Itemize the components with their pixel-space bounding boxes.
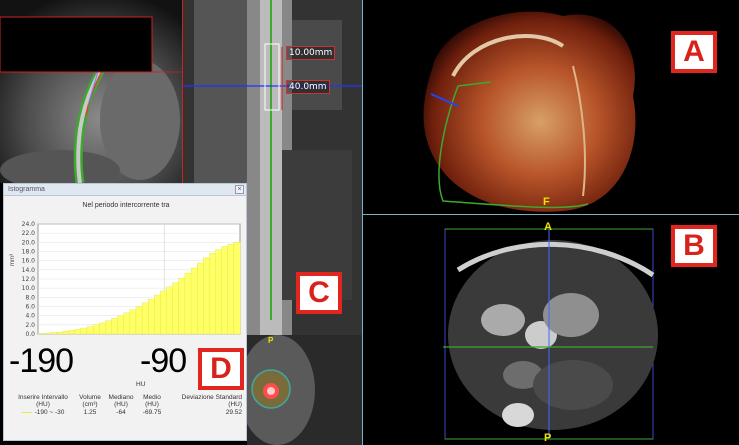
y-tick-label: 2.0 (25, 322, 35, 329)
cross-section-top-label: P (268, 336, 274, 345)
panel-label-d: D (198, 348, 244, 390)
y-tick-label: 6.0 (25, 304, 35, 311)
y-tick-label: 20.0 (22, 239, 36, 246)
volume-render-viewport[interactable]: F A (363, 6, 736, 214)
table-cell-mean: -69.75 (142, 409, 162, 416)
histogram-bar (135, 306, 143, 335)
histogram-bar (160, 290, 167, 335)
histogram-bar (62, 331, 69, 335)
table-header-row: Inserire Intervallo (HU) Volume (cm³) Medi… (12, 394, 242, 408)
histogram-ylabel: mm³ (10, 254, 16, 266)
histogram-window-titlebar[interactable]: Istogramma × (4, 184, 246, 196)
histogram-bar (227, 244, 235, 335)
histogram-bar (215, 249, 222, 335)
histogram-xlabel: HU (136, 381, 146, 388)
series-color-swatch (21, 411, 32, 413)
histogram-bar (209, 253, 216, 335)
measure-length-label[interactable]: 40.0mm (286, 80, 330, 94)
histogram-bar (154, 294, 161, 335)
histogram-bar (141, 302, 149, 335)
y-tick-label: 14.0 (22, 267, 36, 274)
close-icon[interactable]: × (235, 185, 244, 194)
histogram-bar (105, 320, 112, 335)
histogram-bar (129, 309, 137, 335)
table-header-median: Mediano (HU) (108, 394, 134, 408)
table-row[interactable]: -190 ~ -30 1.25 -64 -69.75 29.52 (12, 409, 242, 416)
histogram-bar (92, 324, 100, 335)
histogram-bar (184, 272, 192, 335)
axial-ct-viewport[interactable]: A P B (363, 215, 739, 445)
histogram-window[interactable]: Istogramma × Nel periodo intercorrente t… (3, 183, 247, 441)
histogram-bar (221, 246, 229, 335)
measure-top-label[interactable]: 10.00mm (286, 46, 336, 60)
histogram-bar (190, 267, 198, 335)
table-header-volume: Volume (cm³) (79, 394, 101, 408)
histogram-bar (99, 322, 106, 335)
cross-section-viewport[interactable]: P (247, 335, 362, 445)
histogram-bar (80, 327, 88, 335)
histogram-bar (86, 326, 94, 335)
big-tick-right: -90 (140, 342, 187, 380)
y-tick-label: 0.0 (25, 331, 35, 338)
histogram-bar (178, 277, 186, 335)
histogram-bar (123, 312, 131, 335)
curved-mpr-image (0, 0, 182, 183)
table-header-stddev: Deviazione Standard (HU) (181, 394, 242, 408)
y-tick-label: 24.0 (22, 221, 36, 228)
histogram-bar (68, 330, 76, 335)
cross-section-image (247, 335, 362, 445)
overlay-box (0, 16, 153, 73)
table-header-interval: Inserire Intervallo (HU) (18, 394, 68, 408)
histogram-bar (203, 257, 210, 335)
panel-label-a: A (671, 31, 717, 73)
histogram-bar (172, 282, 180, 335)
histogram-bar (148, 299, 155, 335)
orientation-top-label: A (544, 221, 552, 233)
histogram-bar (56, 332, 63, 335)
y-tick-label: 8.0 (25, 294, 35, 301)
histogram-bar (197, 262, 204, 335)
big-tick-left: -190 (9, 342, 74, 380)
y-tick-label: 16.0 (22, 258, 36, 265)
histogram-window-title: Istogramma (8, 186, 45, 193)
table-header-mean: Medio (HU) (143, 394, 161, 408)
curved-mpr-viewport[interactable] (0, 0, 182, 183)
histogram-chart: 0.0 2.0 4.0 6.0 8.0 10.0 12.0 14.0 16.0 18.0 20.0 2… (22, 221, 241, 338)
orientation-bottom-label: P (544, 432, 552, 444)
y-tick-label: 18.0 (22, 249, 36, 256)
histogram-bar (50, 332, 57, 335)
histogram-title: Nel periodo intercorrente tra (82, 202, 170, 209)
y-tick-label: 4.0 (25, 313, 35, 320)
table-cell-interval: -190 ~ -30 (12, 409, 74, 416)
y-tick-label: 12.0 (22, 276, 36, 283)
histogram-bar (166, 286, 174, 335)
histogram-bar (117, 315, 125, 335)
histogram-bar (74, 329, 82, 335)
panel-label-b: B (671, 225, 717, 267)
histogram-bar (43, 332, 51, 335)
table-cell-volume: 1.25 (83, 409, 97, 416)
y-tick-label: 22.0 (22, 230, 36, 237)
panel-label-c: C (296, 272, 342, 314)
histogram-bar (233, 242, 241, 335)
histogram-bar (111, 318, 118, 335)
table-cell-stddev: 29.52 (225, 409, 242, 416)
y-tick-label: 10.0 (22, 285, 36, 292)
histogram-table: Inserire Intervallo (HU) Volume (cm³) Medi… (12, 394, 242, 416)
vessel-anchor-label: F (543, 196, 550, 208)
table-cell-median: -64 (116, 409, 126, 416)
